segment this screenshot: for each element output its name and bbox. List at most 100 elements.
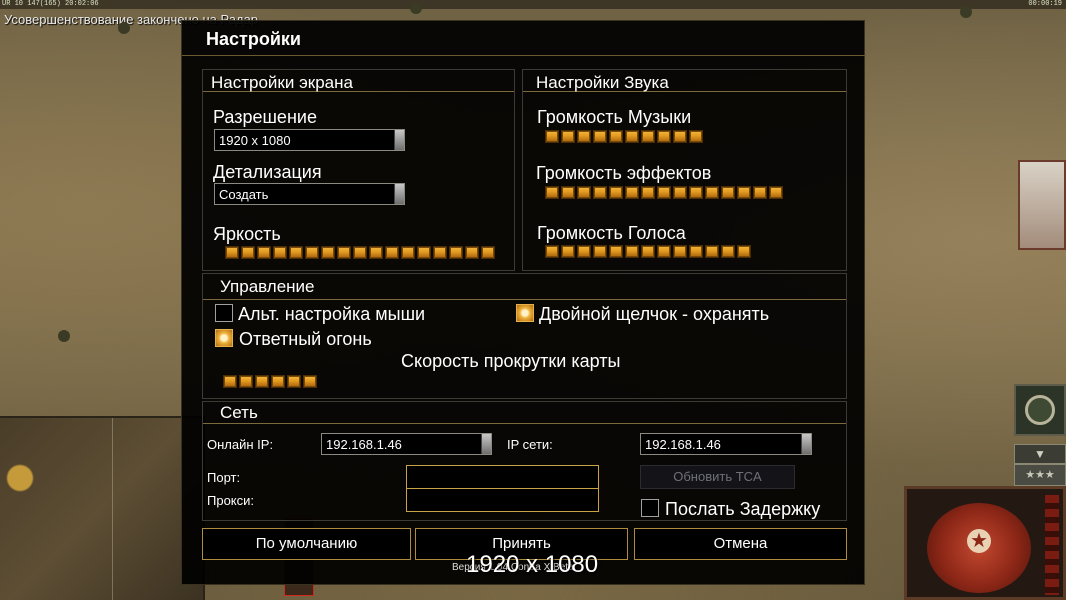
slider-segment[interactable]: [641, 186, 655, 199]
slider-segment[interactable]: [287, 375, 301, 388]
slider-segment[interactable]: [225, 246, 239, 259]
slider-segment[interactable]: [289, 246, 303, 259]
slider-segment[interactable]: [721, 245, 735, 258]
dropdown-arrow-icon[interactable]: [481, 434, 491, 454]
dropdown-arrow-icon[interactable]: [394, 184, 404, 204]
slider-segment[interactable]: [321, 246, 335, 259]
minimap-gridline: [112, 418, 113, 600]
slider-segment[interactable]: [593, 186, 607, 199]
dropdown-arrow-icon[interactable]: [394, 130, 404, 150]
slider-segment[interactable]: [769, 186, 783, 199]
slider-segment[interactable]: [593, 245, 607, 258]
slider-segment[interactable]: [385, 246, 399, 259]
online-ip-dropdown[interactable]: 192.168.1.46: [321, 433, 492, 455]
proxy-input[interactable]: [406, 488, 599, 512]
slider-segment[interactable]: [337, 246, 351, 259]
slider-segment[interactable]: [449, 246, 463, 259]
sound-settings-group: Настройки Звука Громкость Музыки Громкос…: [522, 69, 847, 271]
slider-segment[interactable]: [737, 245, 751, 258]
slider-segment[interactable]: [609, 186, 623, 199]
slider-segment[interactable]: [657, 130, 671, 143]
slider-segment[interactable]: [305, 246, 319, 259]
slider-segment[interactable]: [223, 375, 237, 388]
minimap[interactable]: [0, 416, 205, 600]
slider-segment[interactable]: [561, 130, 575, 143]
slider-segment[interactable]: [593, 130, 607, 143]
music-volume-label: Громкость Музыки: [537, 107, 692, 127]
slider-segment[interactable]: [433, 246, 447, 259]
cancel-button[interactable]: Отмена: [634, 528, 847, 560]
slider-segment[interactable]: [369, 246, 383, 259]
slider-segment[interactable]: [561, 186, 575, 199]
resolution-label: Разрешение: [213, 107, 317, 127]
slider-segment[interactable]: [673, 245, 687, 258]
hud-timer: 00:00:19: [1028, 0, 1062, 8]
slider-segment[interactable]: [239, 375, 253, 388]
slider-segment[interactable]: [689, 186, 703, 199]
lan-ip-dropdown[interactable]: 192.168.1.46: [640, 433, 812, 455]
lan-ip-value: 192.168.1.46: [645, 437, 721, 452]
slider-segment[interactable]: [705, 245, 719, 258]
slider-segment[interactable]: [641, 130, 655, 143]
terrain-tree: [118, 22, 130, 34]
refresh-tca-button[interactable]: Обновить TCA: [640, 465, 795, 489]
double-click-guard-checkbox[interactable]: [516, 304, 534, 322]
slider-segment[interactable]: [481, 246, 495, 259]
slider-segment[interactable]: [465, 246, 479, 259]
music-volume-slider[interactable]: [545, 130, 703, 143]
slider-segment[interactable]: [545, 186, 559, 199]
slider-segment[interactable]: [257, 246, 271, 259]
online-ip-label: Онлайн IP:: [207, 437, 274, 452]
send-delay-checkbox[interactable]: [641, 499, 659, 517]
slider-segment[interactable]: [255, 375, 269, 388]
defaults-button[interactable]: По умолчанию: [202, 528, 411, 560]
slider-segment[interactable]: [657, 186, 671, 199]
slider-segment[interactable]: [753, 186, 767, 199]
slider-segment[interactable]: [625, 186, 639, 199]
collapse-panel-button[interactable]: ▼: [1014, 444, 1066, 464]
slider-segment[interactable]: [737, 186, 751, 199]
slider-segment[interactable]: [271, 375, 285, 388]
voice-volume-slider[interactable]: [545, 245, 751, 258]
rank-button[interactable]: ★★★: [1014, 464, 1066, 486]
slider-segment[interactable]: [705, 186, 719, 199]
slider-segment[interactable]: [545, 130, 559, 143]
slider-segment[interactable]: [673, 186, 687, 199]
slider-segment[interactable]: [657, 245, 671, 258]
radar-button[interactable]: [1014, 384, 1066, 436]
options-dialog: Настройки Настройки экрана Разрешение 19…: [181, 20, 866, 585]
alt-mouse-checkbox[interactable]: [215, 304, 233, 322]
effects-volume-slider[interactable]: [545, 186, 783, 199]
slider-segment[interactable]: [689, 245, 703, 258]
slider-segment[interactable]: [641, 245, 655, 258]
slider-segment[interactable]: [577, 245, 591, 258]
brightness-slider[interactable]: [225, 246, 495, 259]
slider-segment[interactable]: [673, 130, 687, 143]
slider-segment[interactable]: [721, 186, 735, 199]
dropdown-arrow-icon[interactable]: [801, 434, 811, 454]
slider-segment[interactable]: [401, 246, 415, 259]
proxy-label: Прокси:: [207, 493, 255, 508]
slider-segment[interactable]: [545, 245, 559, 258]
slider-segment[interactable]: [577, 130, 591, 143]
slider-segment[interactable]: [417, 246, 431, 259]
scroll-speed-slider[interactable]: [223, 375, 317, 388]
slider-segment[interactable]: [609, 130, 623, 143]
display-settings-group: Настройки экрана Разрешение 1920 x 1080 …: [202, 69, 515, 271]
slider-segment[interactable]: [353, 246, 367, 259]
slider-segment[interactable]: [303, 375, 317, 388]
slider-segment[interactable]: [689, 130, 703, 143]
slider-segment[interactable]: [241, 246, 255, 259]
slider-segment[interactable]: [273, 246, 287, 259]
slider-segment[interactable]: [577, 186, 591, 199]
double-click-guard-label: Двойной щелчок - охранять: [539, 304, 770, 324]
slider-segment[interactable]: [609, 245, 623, 258]
slider-segment[interactable]: [625, 130, 639, 143]
slider-segment[interactable]: [561, 245, 575, 258]
slider-segment[interactable]: [625, 245, 639, 258]
detail-dropdown[interactable]: Создать: [214, 183, 405, 205]
general-emblem-panel: ★: [904, 486, 1066, 600]
retaliation-checkbox[interactable]: [215, 329, 233, 347]
terrain-tree: [960, 6, 972, 18]
resolution-dropdown[interactable]: 1920 x 1080: [214, 129, 405, 151]
